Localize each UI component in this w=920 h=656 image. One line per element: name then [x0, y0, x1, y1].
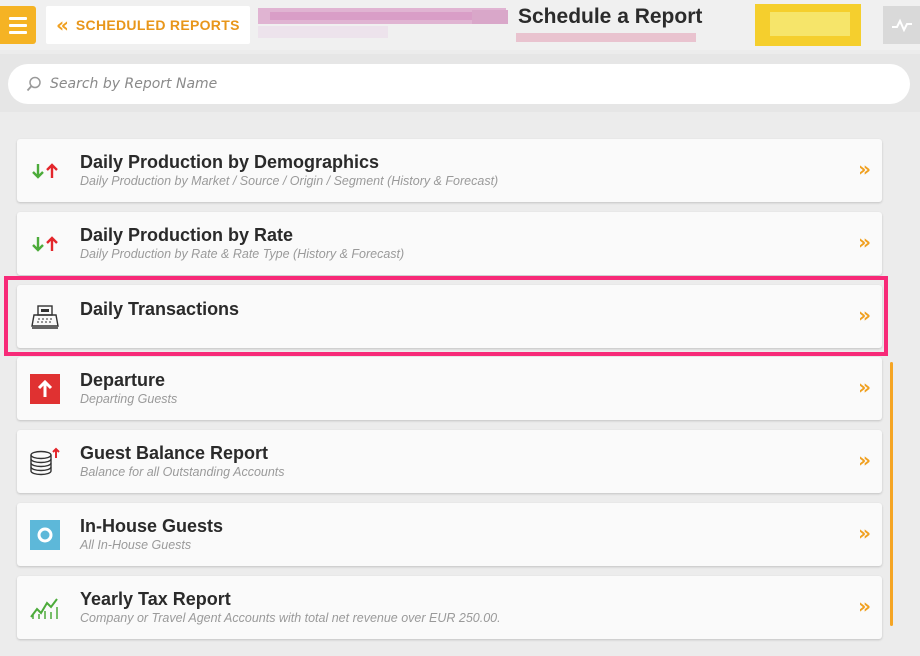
cash-register-icon [29, 303, 61, 331]
report-subtitle: Balance for all Outstanding Accounts [80, 465, 285, 479]
menu-icon-bar [9, 23, 27, 27]
menu-icon-bar [9, 16, 27, 20]
report-title: Daily Production by Rate [80, 225, 294, 245]
report-item-guest-balance[interactable]: Guest Balance Report Balance for all Out… [17, 430, 882, 493]
report-subtitle: Company or Travel Agent Accounts with to… [80, 611, 501, 625]
double-chevron-right-icon: » [858, 375, 871, 399]
report-title: Yearly Tax Report [80, 589, 231, 609]
hamburger-menu-button[interactable] [0, 6, 36, 44]
double-chevron-right-icon: » [858, 230, 871, 254]
departure-arrow-icon [29, 374, 61, 404]
report-title: Departure [80, 370, 166, 390]
report-subtitle: Daily Production by Rate & Rate Type (Hi… [80, 247, 405, 261]
blurred-subtitle [516, 33, 696, 42]
report-item-daily-production-rate[interactable]: Daily Production by Rate Daily Productio… [17, 212, 882, 275]
analytics-button[interactable] [883, 6, 920, 44]
search-box[interactable] [8, 64, 910, 104]
trend-chart-icon [29, 594, 61, 622]
up-down-arrows-icon [29, 157, 61, 185]
report-title: Daily Transactions [80, 299, 240, 319]
double-chevron-right-icon: » [858, 303, 871, 327]
report-title: Guest Balance Report [80, 443, 269, 463]
report-subtitle: Departing Guests [80, 392, 178, 406]
report-item-in-house-guests[interactable]: In-House Guests All In-House Guests » [17, 503, 882, 566]
back-to-scheduled-reports-button[interactable]: « SCHEDULED REPORTS [46, 6, 250, 44]
app-header: « SCHEDULED REPORTS Schedule a Report [0, 0, 920, 50]
report-subtitle: Daily Production by Market / Source / Or… [80, 174, 499, 188]
blurred-block [472, 10, 508, 24]
blurred-user-badge-detail [770, 12, 850, 36]
report-subtitle: All In-House Guests [80, 538, 192, 552]
up-down-arrows-icon [29, 230, 61, 258]
search-input[interactable] [48, 75, 872, 93]
blurred-subtext [258, 26, 388, 38]
search-icon [26, 76, 41, 92]
blurred-hotel-name-detail [270, 12, 500, 20]
search-bar-area [0, 54, 920, 112]
double-chevron-right-icon: » [858, 157, 871, 181]
back-button-label: SCHEDULED REPORTS [75, 17, 240, 33]
page-title: Schedule a Report [518, 5, 703, 28]
scrollbar[interactable] [890, 362, 893, 626]
double-chevron-right-icon: » [858, 594, 871, 618]
double-chevron-left-icon: « [56, 13, 69, 37]
report-item-departure[interactable]: Departure Departing Guests » [17, 357, 882, 420]
report-item-daily-production-demographics[interactable]: Daily Production by Demographics Daily P… [17, 139, 882, 202]
in-house-icon [29, 520, 61, 550]
report-title: Daily Production by Demographics [80, 152, 380, 172]
line-chart-icon [891, 18, 912, 32]
menu-icon-bar [9, 30, 27, 34]
report-item-daily-transactions[interactable]: Daily Transactions » [17, 285, 882, 348]
report-title: In-House Guests [80, 516, 224, 536]
double-chevron-right-icon: » [858, 448, 871, 472]
coins-icon [29, 447, 61, 476]
report-item-yearly-tax[interactable]: Yearly Tax Report Company or Travel Agen… [17, 576, 882, 639]
double-chevron-right-icon: » [858, 521, 871, 545]
